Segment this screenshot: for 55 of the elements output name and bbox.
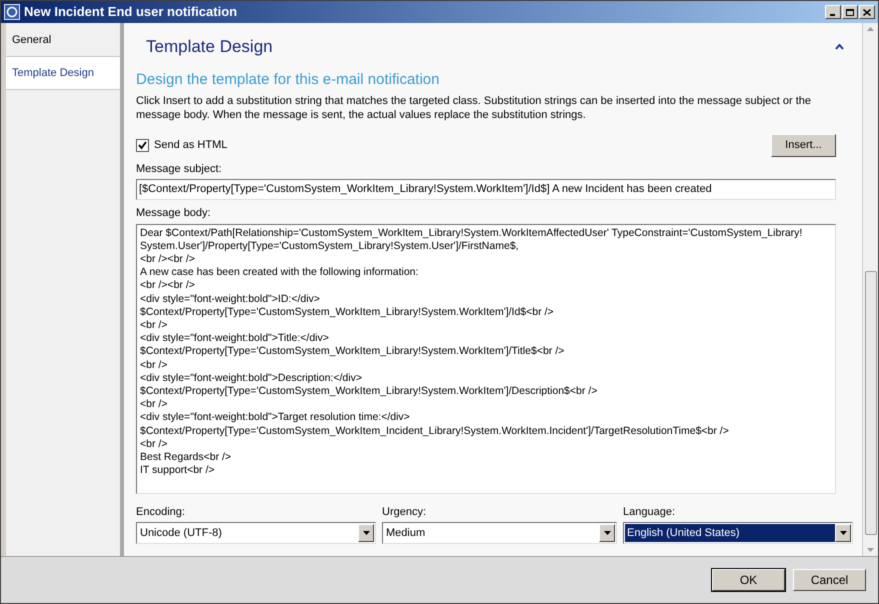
dropdown-button[interactable] (599, 524, 615, 542)
html-checkbox[interactable] (136, 138, 149, 152)
app-icon (4, 4, 20, 20)
body-text-line: <br /> (140, 398, 168, 412)
window-title: New Incident End user notification (24, 3, 238, 22)
checkbox-label: Send as HTML (154, 138, 228, 153)
body-text-line: <br /> (140, 358, 168, 372)
body-text-line: Dear $Context/Path[Relationship='CustomSystem_WorkItem_Library!System.WorkItemAffectedUser' TypeConstraint='CustomSystem_Library! (140, 226, 802, 240)
close-icon (863, 8, 871, 16)
dropdown-label: Encoding: (136, 504, 185, 520)
body-text-line: <div style="font-weight:bold">ID:</div> (140, 292, 320, 306)
dropdown-value: English (United States) (625, 524, 835, 542)
insert-button[interactable]: Insert... (771, 134, 836, 156)
scrollbar[interactable] (862, 23, 878, 556)
dropdown-arrow-icon (840, 531, 846, 535)
body-label: Message body: (136, 206, 212, 221)
dropdown-label: Urgency: (382, 504, 426, 520)
maximize-button[interactable] (842, 5, 858, 19)
dialog-button[interactable]: Cancel (793, 569, 866, 591)
description-text: Click Insert to add a substitution string that matches the targeted class. Substitution strings can be inserted into the message subject or the message body. When the message is sent, the actual values replace the substitution strings. (136, 94, 812, 122)
maximize-icon (846, 8, 854, 16)
body-text-line: $Context/Property[Type='CustomSystem_WorkItem_Library!System.WorkItem']/Title$<br /> (140, 345, 564, 359)
dropdown[interactable]: Unicode (UTF-8) (136, 522, 376, 544)
body-text-line: <div style="font-weight:bold">Title:</div> (140, 332, 329, 346)
body-text-line: <br /> (140, 438, 168, 451)
body-text-line: <br /><br /> (140, 279, 195, 293)
body-text-line: System.User']/Property[Type='CustomSystem_Library!System.User']/FirstName$, (140, 240, 519, 253)
body-text-line: $Context/Property[Type='CustomSystem_WorkItem_Library!System.WorkItem']/Description$<br /> (140, 384, 598, 398)
body-text-line: Best Regards<br /> (140, 450, 232, 464)
dropdown-label: Language: (623, 504, 675, 520)
section-title: Template Design (146, 36, 273, 58)
subject-label: Message subject: (136, 162, 223, 176)
body-text-line: <br /> (140, 318, 168, 332)
dialog-button[interactable]: OK (712, 569, 785, 591)
close-button[interactable] (859, 5, 875, 19)
body-text-line: <br /><br /> (140, 252, 195, 266)
scrollbar-thumb[interactable] (864, 271, 876, 535)
body-text-line: A new case has been created with the following information: (140, 266, 418, 280)
body-field[interactable] (136, 224, 836, 494)
dropdown[interactable]: English (United States) (623, 522, 853, 544)
body-text-line: <div style="font-weight:bold">Target resolution time:</div> (140, 411, 410, 425)
body-text-line: IT support<br /> (140, 464, 215, 478)
body-text-line: <div style="font-weight:bold">Description:</div> (140, 372, 362, 385)
section-heading: Design the template for this e-mail notification (136, 70, 440, 90)
subject-field[interactable]: [$Context/Property[Type='CustomSystem_WorkItem_Library!System.WorkItem']/Id$] A new Incident has been created (136, 179, 836, 200)
dropdown-arrow-icon (604, 531, 610, 535)
body-text-line: $Context/Property[Type='CustomSystem_WorkItem_Library!System.WorkItem']/Id$<br /> (140, 306, 554, 319)
collapse-chevron-icon[interactable] (835, 44, 844, 50)
minimize-button[interactable] (825, 5, 841, 19)
sidebar-item[interactable]: Template Design (6, 57, 120, 90)
dropdown[interactable]: Medium (382, 522, 617, 544)
dropdown-arrow-icon (362, 531, 370, 535)
dropdown-button[interactable] (358, 524, 374, 542)
dropdown-button[interactable] (835, 524, 851, 542)
body-text-line: $Context/Property[Type='CustomSystem_WorkItem_Incident_Library!System.WorkItem.Incident']/TargetResolutionTime$<br /> (140, 424, 729, 438)
